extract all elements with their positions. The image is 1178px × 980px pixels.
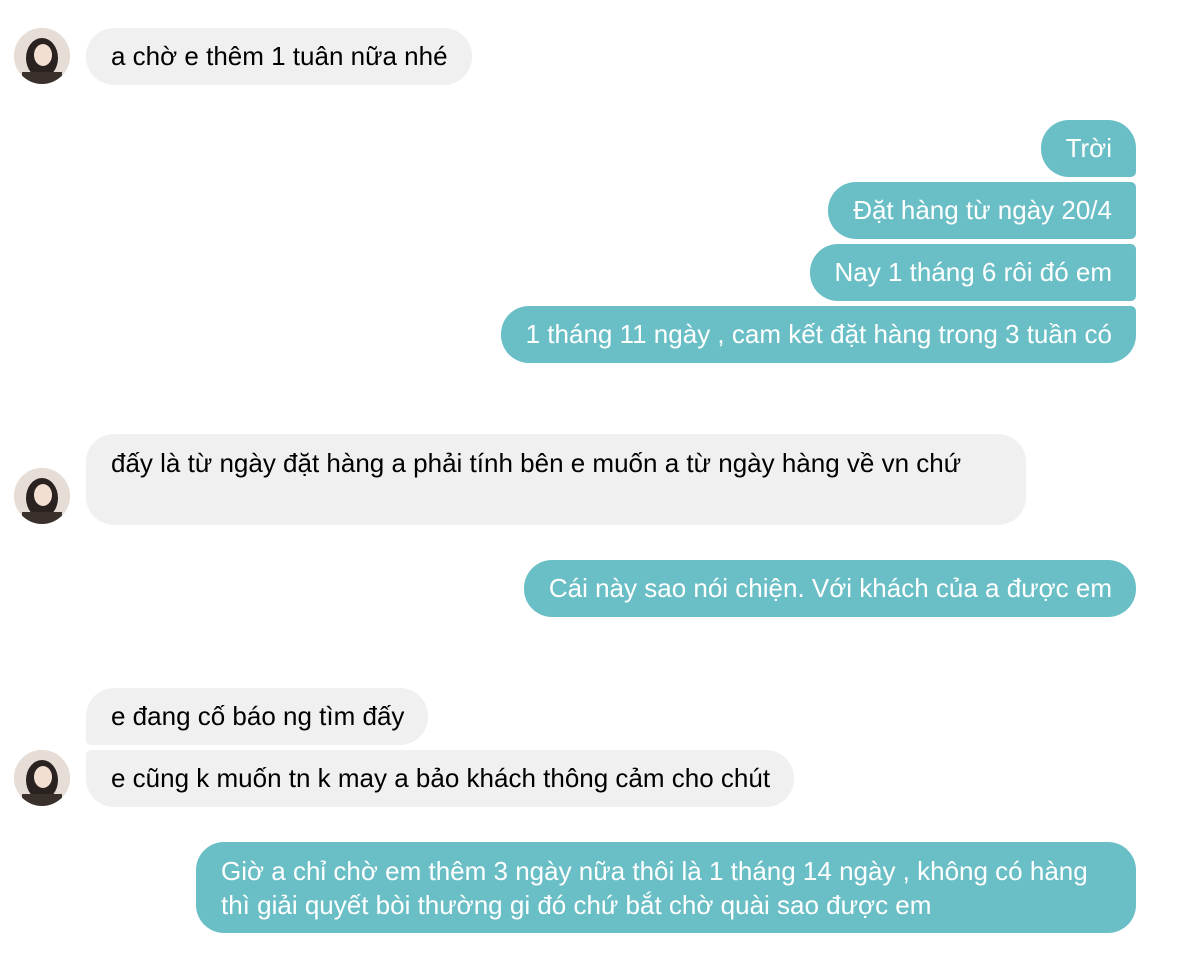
message-outgoing[interactable]: Cái này sao nói chiện. Với khách của a đ…: [523, 560, 1136, 617]
avatar-photo-icon: [14, 750, 70, 806]
message-incoming[interactable]: e đang cố báo ng tìm đấy: [86, 688, 429, 745]
contact-avatar[interactable]: [14, 468, 70, 524]
avatar-photo-icon: [14, 468, 70, 524]
avatar-photo-icon: [14, 28, 70, 84]
contact-avatar[interactable]: [14, 28, 70, 84]
message-outgoing[interactable]: Trời: [1040, 120, 1136, 177]
message-outgoing[interactable]: Giờ a chỉ chờ em thêm 3 ngày nữa thôi là…: [196, 842, 1136, 933]
message-incoming[interactable]: e cũng k muốn tn k may a bảo khách thông…: [86, 750, 795, 807]
message-outgoing[interactable]: 1 tháng 11 ngày , cam kết đặt hàng trong…: [500, 306, 1136, 363]
contact-avatar[interactable]: [14, 750, 70, 806]
message-incoming[interactable]: a chờ e thêm 1 tuân nữa nhé: [86, 28, 472, 85]
message-outgoing[interactable]: Nay 1 tháng 6 rôi đó em: [809, 244, 1136, 301]
message-outgoing[interactable]: Đặt hàng từ ngày 20/4: [828, 182, 1136, 239]
message-incoming[interactable]: đấy là từ ngày đặt hàng a phải tính bên …: [86, 434, 1026, 525]
